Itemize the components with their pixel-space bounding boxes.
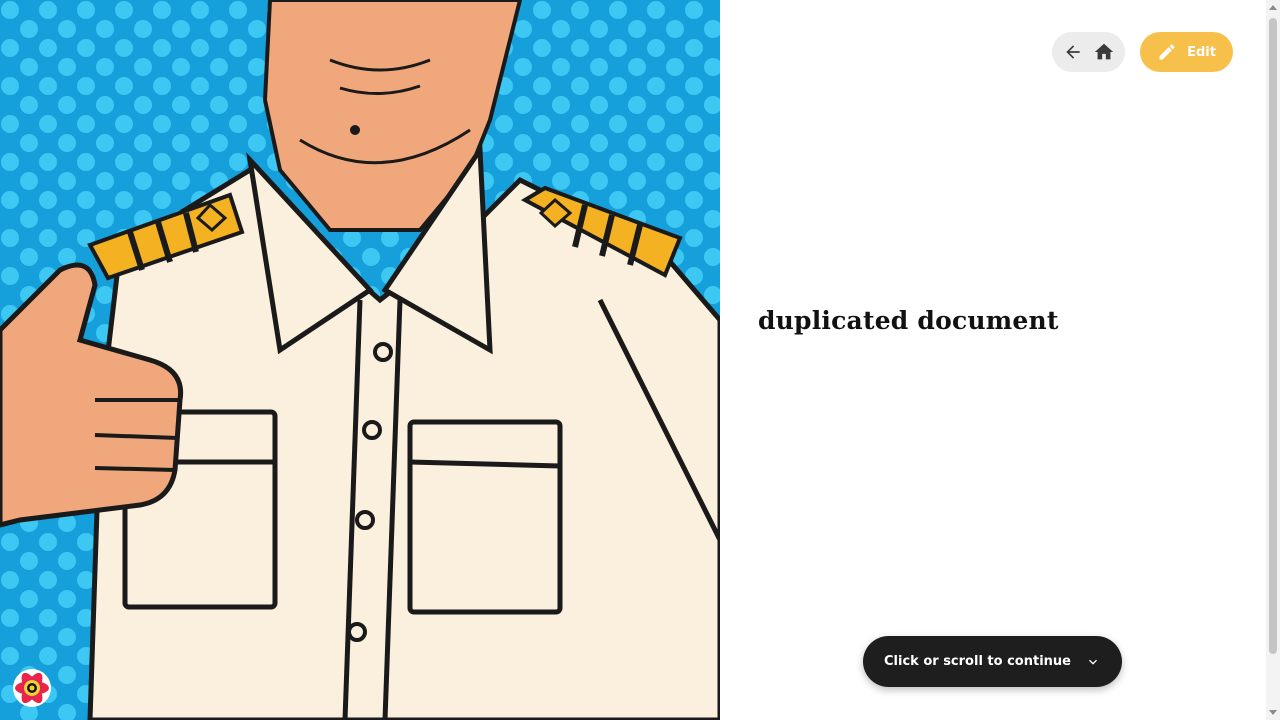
home-button[interactable] (1090, 38, 1118, 66)
react-badge[interactable] (12, 668, 52, 708)
hero-image (0, 0, 720, 720)
scrollbar-thumb[interactable] (1269, 18, 1277, 654)
arrow-left-icon (1066, 45, 1080, 59)
document-title: duplicated document (758, 306, 1059, 335)
content-panel: Edit duplicated document Click or scroll… (720, 0, 1266, 720)
scroll-up-arrow[interactable] (1269, 5, 1277, 10)
edit-button-label: Edit (1187, 44, 1216, 60)
continue-label: Click or scroll to continue (884, 654, 1071, 669)
edit-button[interactable]: Edit (1140, 32, 1233, 72)
chevron-down-icon (1088, 659, 1097, 665)
pencil-icon (1159, 44, 1175, 60)
scrollbar[interactable] (1266, 0, 1280, 720)
scroll-down-arrow[interactable] (1269, 710, 1277, 715)
nav-button-group (1052, 32, 1125, 72)
back-button[interactable] (1059, 38, 1087, 66)
home-icon (1094, 43, 1113, 60)
continue-button[interactable]: Click or scroll to continue (863, 636, 1122, 687)
react-logo-icon (13, 669, 51, 707)
pop-art-illustration (0, 0, 720, 720)
